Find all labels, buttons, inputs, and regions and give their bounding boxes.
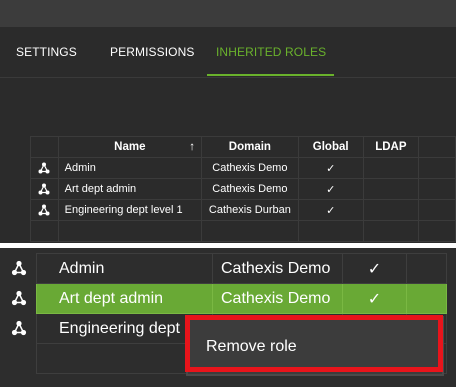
column-header-domain[interactable]: Domain xyxy=(201,136,299,158)
active-tab-indicator xyxy=(207,74,334,76)
role-global-check: ✓ xyxy=(297,199,364,221)
table-row-selected[interactable]: Art dept admin Cathexis Demo ✓ xyxy=(36,283,447,314)
empty-table-row xyxy=(30,220,456,242)
column-header-ldap[interactable]: LDAP xyxy=(362,136,420,158)
role-ldap xyxy=(362,199,420,221)
role-domain: Cathexis Demo xyxy=(212,253,343,284)
tab-settings[interactable]: SETTINGS xyxy=(16,45,77,59)
role-icon-cell xyxy=(30,157,59,179)
icon-column-header xyxy=(30,136,59,158)
role-domain: Cathexis Demo xyxy=(212,283,343,314)
empty-cell xyxy=(406,283,447,314)
role-global-check: ✓ xyxy=(297,157,364,179)
table-row[interactable]: Admin Cathexis Demo ✓ xyxy=(30,157,456,179)
role-name: Engineering dept level 1 xyxy=(57,199,203,221)
column-header-name[interactable]: Name ↑ xyxy=(57,136,203,158)
roles-table: Name ↑ Domain Global LDAP Admin Cathexis… xyxy=(30,136,456,242)
role-icon-cell xyxy=(30,178,59,200)
tab-bar: SETTINGS PERMISSIONS INHERITED ROLES xyxy=(0,27,456,79)
role-domain: Cathexis Demo xyxy=(201,157,299,179)
role-global-check: ✓ xyxy=(297,178,364,200)
empty-cell xyxy=(418,157,456,179)
tab-divider xyxy=(0,77,456,78)
table-row[interactable]: Art dept admin Cathexis Demo ✓ xyxy=(30,178,456,200)
role-tree-icon xyxy=(11,260,27,276)
role-tree-icon xyxy=(11,320,27,336)
roles-panel: SETTINGS PERMISSIONS INHERITED ROLES Nam… xyxy=(0,0,456,243)
role-domain: Cathexis Durban xyxy=(201,199,299,221)
role-name: Art dept admin xyxy=(36,283,213,314)
table-row[interactable]: Admin Cathexis Demo ✓ xyxy=(36,253,447,284)
role-global-check: ✓ xyxy=(342,283,407,314)
panel-header-bar xyxy=(0,0,456,27)
role-name: Admin xyxy=(36,253,213,284)
tab-inherited-roles[interactable]: INHERITED ROLES xyxy=(216,45,326,59)
table-row[interactable]: Engineering dept level 1 Cathexis Durban… xyxy=(30,199,456,221)
role-tree-icon xyxy=(38,162,50,174)
role-tree-icon xyxy=(38,204,50,216)
role-name: Art dept admin xyxy=(57,178,203,200)
role-tree-icon xyxy=(38,183,50,195)
empty-cell xyxy=(418,178,456,200)
column-header-global[interactable]: Global xyxy=(297,136,364,158)
role-ldap xyxy=(362,157,420,179)
column-header-name-label: Name xyxy=(114,141,146,153)
sort-ascending-icon: ↑ xyxy=(189,141,195,153)
remove-role-menu-item[interactable]: Remove role xyxy=(206,338,297,356)
empty-cell xyxy=(418,199,456,221)
tab-permissions[interactable]: PERMISSIONS xyxy=(110,45,194,59)
role-icon-cell xyxy=(30,199,59,221)
role-ldap xyxy=(362,178,420,200)
table-header-row: Name ↑ Domain Global LDAP xyxy=(30,136,456,158)
empty-column-header xyxy=(418,136,456,158)
role-domain: Cathexis Demo xyxy=(201,178,299,200)
empty-cell xyxy=(406,253,447,284)
context-menu: Remove role xyxy=(186,316,444,376)
role-tree-icon xyxy=(11,290,27,306)
role-name: Admin xyxy=(57,157,203,179)
role-global-check: ✓ xyxy=(342,253,407,284)
